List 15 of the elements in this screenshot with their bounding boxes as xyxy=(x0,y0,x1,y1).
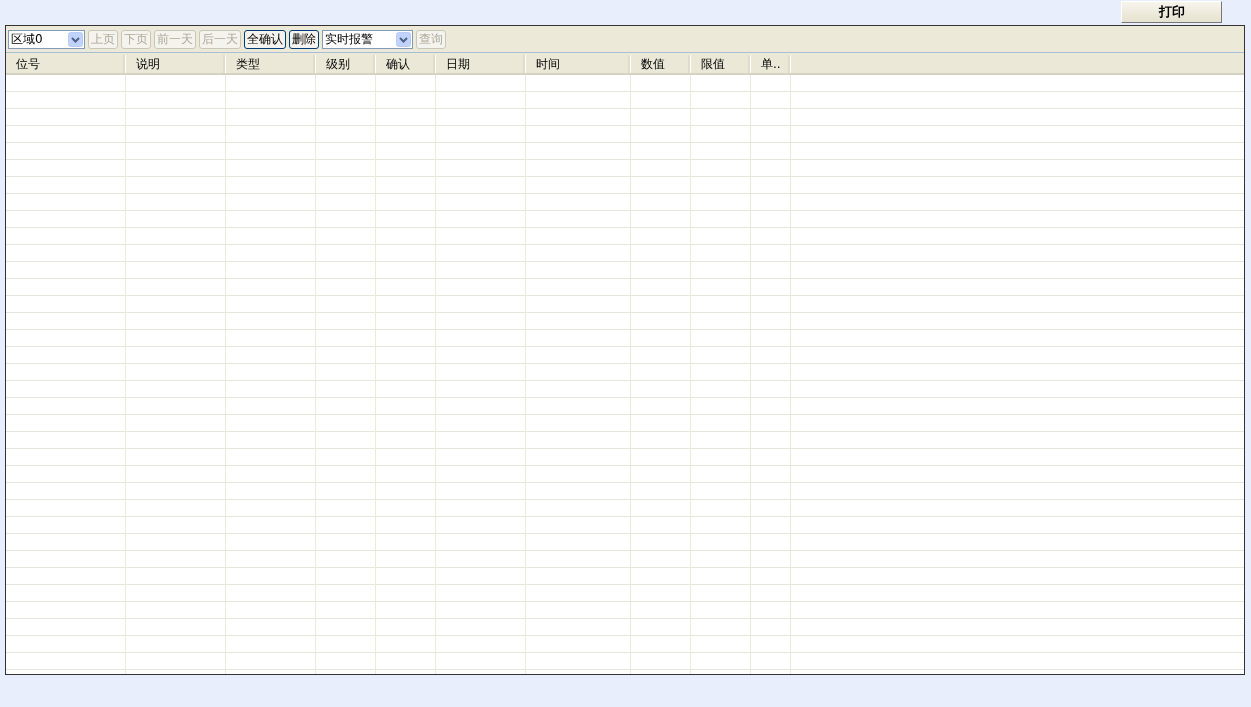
dropdown[interactable]: 实时报警 xyxy=(322,29,413,49)
column-header[interactable]: 说明 xyxy=(126,55,226,73)
column-header[interactable]: 数值 xyxy=(631,55,691,73)
column-header[interactable]: 级别 xyxy=(316,55,376,73)
column-header[interactable]: 日期 xyxy=(436,55,526,73)
dropdown[interactable]: 区域0 xyxy=(8,29,85,49)
column-header[interactable]: 时间 xyxy=(526,55,631,73)
toolbar-button[interactable]: 全确认 xyxy=(244,29,286,49)
print-button[interactable]: 打印 xyxy=(1121,1,1222,23)
toolbar-button[interactable]: 删除 xyxy=(289,29,319,49)
column-header[interactable]: 确认 xyxy=(376,55,436,73)
column-header[interactable]: 单.. xyxy=(751,55,791,73)
column-header[interactable]: 类型 xyxy=(226,55,316,73)
column-header[interactable]: 位号 xyxy=(6,55,126,73)
column-header[interactable]: 限值 xyxy=(691,55,751,73)
